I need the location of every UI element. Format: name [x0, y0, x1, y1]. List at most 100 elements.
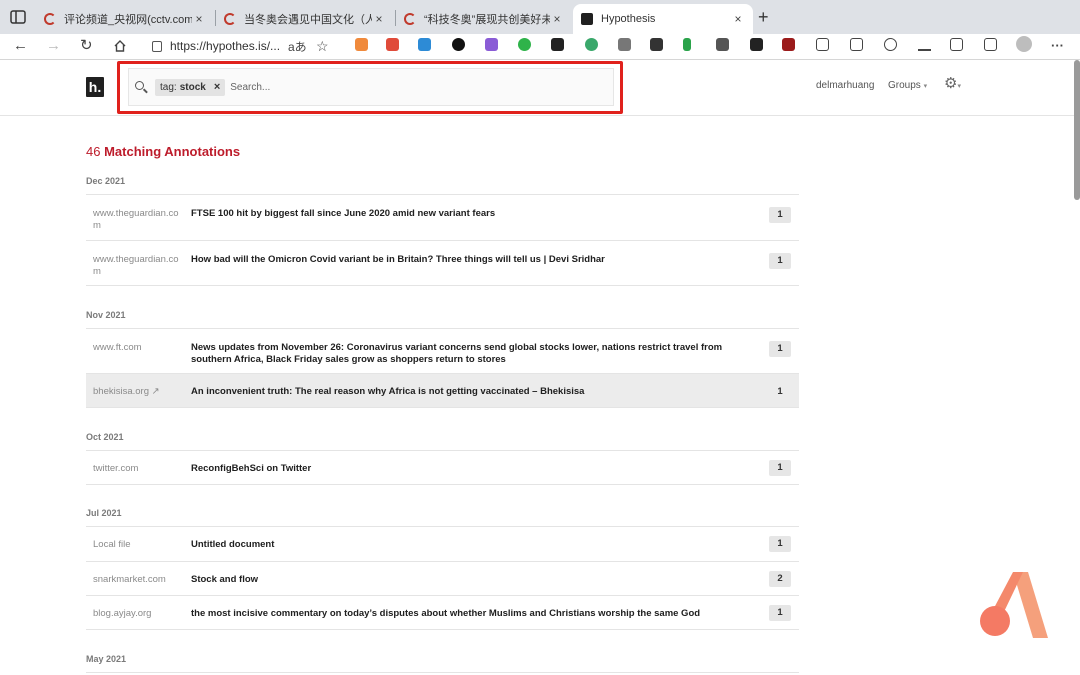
- profile-avatar-icon[interactable]: [1016, 36, 1032, 52]
- tab-actions-icon[interactable]: [8, 8, 28, 26]
- annotation-count-badge: 1: [769, 536, 791, 552]
- page-scrollbar[interactable]: [1074, 60, 1080, 200]
- hypothesis-page: h. tag: stock × delmarhuang Groups ▾ ⚙▾ …: [0, 60, 1080, 675]
- ublock-icon[interactable]: [782, 38, 795, 51]
- reload-icon[interactable]: ↻: [80, 37, 93, 55]
- annotation-row[interactable]: www.theguardian.com FTSE 100 hit by bigg…: [86, 194, 799, 240]
- annotation-count-badge: 2: [769, 571, 791, 587]
- tab-tech-olympics[interactable]: “科技冬奥”展现共创美好未来的 ×: [396, 4, 572, 34]
- tab-title: 评论频道_央视网(cctv.com): [64, 14, 192, 26]
- chevron-down-icon: ▾: [957, 83, 961, 90]
- forward-icon[interactable]: →: [46, 37, 61, 55]
- home-icon[interactable]: [113, 39, 127, 53]
- row-domain: snarkmarket.com: [93, 574, 166, 585]
- browser-toolbar: ← → ↻ https://hypothes.is/... aあ ☆ ···: [0, 34, 1080, 60]
- close-tab-icon[interactable]: ×: [192, 12, 206, 26]
- downloads-icon[interactable]: [918, 38, 931, 51]
- month-heading: Jul 2021: [86, 508, 122, 518]
- annotation-count-badge: 1: [769, 253, 791, 269]
- extension-icon[interactable]: [618, 38, 631, 51]
- back-icon[interactable]: ←: [13, 37, 28, 55]
- groups-menu[interactable]: Groups ▾: [888, 80, 927, 91]
- annotation-row[interactable]: twitter.com ReconfigBehSci on Twitter 1: [86, 450, 799, 485]
- row-title[interactable]: How bad will the Omicron Covid variant b…: [191, 254, 751, 266]
- row-title[interactable]: Stock and flow: [191, 574, 751, 586]
- annotation-count-badge: 1: [769, 341, 791, 357]
- close-tab-icon[interactable]: ×: [372, 12, 386, 26]
- month-heading: Nov 2021: [86, 310, 126, 320]
- tab-title: “科技冬奥”展现共创美好未来的: [424, 14, 550, 26]
- extension-icon[interactable]: [683, 38, 691, 51]
- row-title[interactable]: News updates from November 26: Coronavir…: [191, 342, 751, 365]
- month-heading: Dec 2021: [86, 176, 126, 186]
- annotation-count-badge: 1: [769, 207, 791, 223]
- site-header: h. tag: stock × delmarhuang Groups ▾ ⚙▾: [0, 60, 1080, 116]
- lock-icon: [152, 40, 162, 52]
- extension-icon[interactable]: [750, 38, 763, 51]
- annotation-row[interactable]: bhekisisa.org ↗ An inconvenient truth: T…: [86, 373, 799, 408]
- web-capture-icon[interactable]: [950, 38, 963, 51]
- annotation-row[interactable]: www.theguardian.com How bad will the Omi…: [86, 240, 799, 286]
- tab-title: 当冬奥会遇见中国文化（人民时: [244, 14, 372, 26]
- close-tab-icon[interactable]: ×: [731, 12, 745, 26]
- more-menu-icon[interactable]: ···: [1051, 37, 1064, 55]
- extension-icon[interactable]: [355, 38, 368, 51]
- extension-icon[interactable]: [485, 38, 498, 51]
- gear-icon: ⚙: [944, 75, 958, 92]
- share-icon[interactable]: [984, 38, 997, 51]
- close-tab-icon[interactable]: ×: [550, 12, 564, 26]
- row-domain: www.theguardian.com: [93, 208, 179, 231]
- row-domain: blog.ayjay.org: [93, 608, 152, 619]
- history-icon[interactable]: [884, 38, 897, 51]
- search-highlight-box: [117, 61, 623, 114]
- extension-icon[interactable]: [585, 38, 598, 51]
- row-domain[interactable]: bhekisisa.org ↗: [93, 386, 186, 398]
- tab-title: Hypothesis: [601, 13, 656, 25]
- results-heading: 46 Matching Annotations: [86, 144, 240, 159]
- tab-cctv[interactable]: 评论频道_央视网(cctv.com) ×: [36, 4, 214, 34]
- address-url: https://hypothes.is/...: [170, 39, 281, 53]
- collections-icon[interactable]: [850, 38, 863, 51]
- annotation-row[interactable]: www.ft.com News updates from November 26…: [86, 328, 799, 373]
- annotation-row[interactable]: snarkmarket.com Stock and flow 2: [86, 561, 799, 595]
- results-label: Matching Annotations: [104, 144, 241, 159]
- extension-icon[interactable]: [518, 38, 531, 51]
- row-domain: twitter.com: [93, 463, 139, 474]
- new-tab-button[interactable]: +: [758, 8, 769, 26]
- cctv-favicon-icon: [44, 13, 56, 25]
- extension-icon[interactable]: [551, 38, 564, 51]
- address-bar[interactable]: https://hypothes.is/...: [142, 35, 338, 57]
- annotation-count-badge: 1: [769, 605, 791, 621]
- annotation-count-badge: 1: [777, 386, 783, 397]
- hypothesis-logo[interactable]: h.: [86, 77, 104, 97]
- annotation-row[interactable]: Local file Untitled document 1: [86, 526, 799, 561]
- read-aloud-icon[interactable]: aあ: [288, 38, 307, 56]
- annotation-count-badge: 1: [769, 460, 791, 476]
- row-domain: www.theguardian.com: [93, 254, 179, 277]
- tab-strip: 评论频道_央视网(cctv.com) × 当冬奥会遇见中国文化（人民时 × “科…: [0, 0, 1080, 34]
- puzzle-extensions-icon[interactable]: [816, 38, 829, 51]
- row-title[interactable]: Untitled document: [191, 539, 751, 551]
- row-title[interactable]: An inconvenient truth: The real reason w…: [191, 386, 751, 398]
- row-domain: www.ft.com: [93, 342, 142, 353]
- row-title[interactable]: FTSE 100 hit by biggest fall since June …: [191, 208, 751, 220]
- extension-icon[interactable]: [386, 38, 399, 51]
- watermark-logo-icon: [980, 572, 1048, 638]
- people-favicon-icon: [224, 13, 236, 25]
- tab-people[interactable]: 当冬奥会遇见中国文化（人民时 ×: [216, 4, 394, 34]
- favorite-star-icon[interactable]: ☆: [316, 37, 329, 55]
- row-title[interactable]: ReconfigBehSci on Twitter: [191, 463, 751, 475]
- row-title[interactable]: the most incisive commentary on today’s …: [191, 608, 751, 620]
- extension-icon[interactable]: [650, 38, 663, 51]
- month-heading: May 2021: [86, 654, 127, 664]
- extension-icon[interactable]: [452, 38, 465, 51]
- tab-hypothesis[interactable]: Hypothesis ×: [573, 4, 753, 34]
- annotation-row[interactable]: blog.ayjay.org the most incisive comment…: [86, 595, 799, 630]
- groups-label: Groups: [888, 80, 921, 91]
- extension-icon[interactable]: [418, 38, 431, 51]
- username-link[interactable]: delmarhuang: [816, 80, 874, 91]
- settings-menu[interactable]: ⚙▾: [944, 76, 961, 95]
- month-heading: Oct 2021: [86, 432, 124, 442]
- tech-favicon-icon: [404, 13, 416, 25]
- extension-icon[interactable]: [716, 38, 729, 51]
